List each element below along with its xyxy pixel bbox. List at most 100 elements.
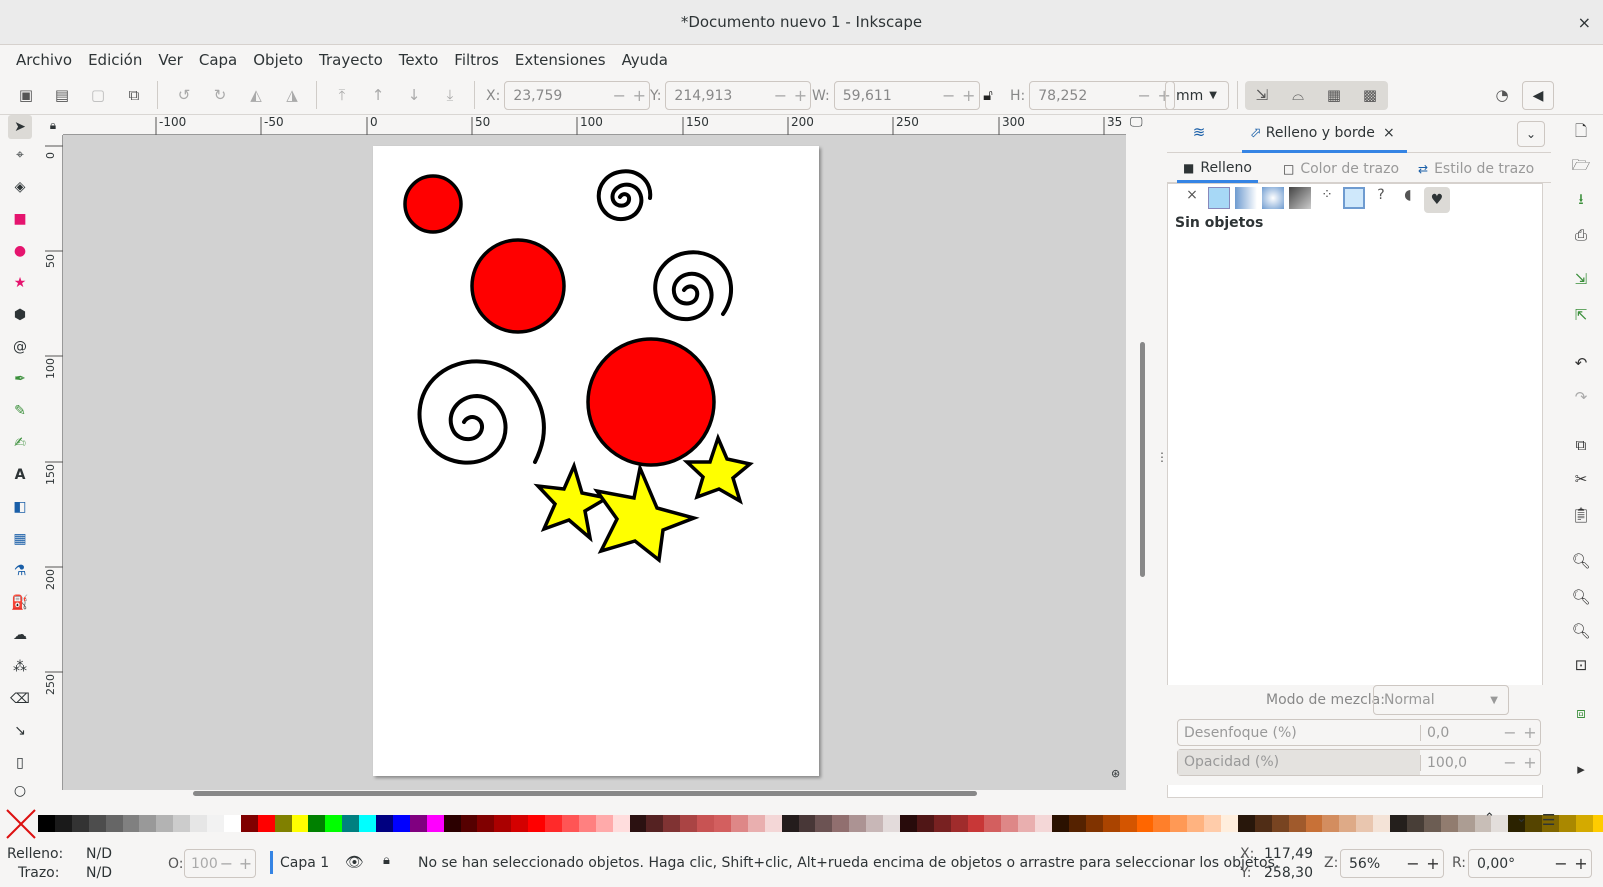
y-value[interactable]: 214,913 — [666, 88, 770, 104]
palette-swatch[interactable] — [1305, 815, 1323, 832]
spiral-medium[interactable] — [653, 250, 734, 322]
palette-swatch[interactable] — [1373, 815, 1391, 832]
zoom-drawing-icon[interactable]: 🔍︎ — [1569, 585, 1593, 609]
redo-icon[interactable]: ↷ — [1569, 385, 1593, 409]
palette-swatch[interactable] — [1406, 815, 1424, 832]
blur-field[interactable]: Desenfoque (%) 0,0 − + — [1177, 719, 1541, 746]
menu-capa[interactable]: Capa — [191, 45, 245, 75]
x-coordinate-field[interactable]: X: 23,759− + — [486, 81, 651, 110]
palette-swatch[interactable] — [223, 815, 241, 832]
palette-swatch[interactable] — [1001, 815, 1019, 832]
x-increment-button[interactable]: + — [629, 86, 649, 105]
palette-swatch[interactable] — [545, 815, 562, 832]
yellow-star-left[interactable] — [533, 460, 612, 543]
mesh-tool-icon[interactable]: ▦ — [8, 527, 32, 551]
rotation-value[interactable]: 0,00° — [1469, 856, 1551, 872]
palette-swatch[interactable] — [392, 815, 410, 832]
palette-swatch[interactable] — [477, 815, 495, 832]
red-circle-small[interactable] — [403, 174, 463, 234]
palette-swatch[interactable] — [190, 815, 208, 832]
3d-box-tool-icon[interactable]: ⬢ — [8, 303, 32, 327]
palette-swatch[interactable] — [291, 815, 309, 832]
pencil-tool-icon[interactable]: ✎ — [8, 399, 32, 423]
palette-swatch[interactable] — [173, 815, 191, 832]
red-circle-large[interactable] — [586, 337, 716, 467]
palette-swatch[interactable] — [1440, 815, 1458, 832]
connector-tool-icon[interactable]: ↘ — [8, 719, 32, 743]
menu-ver[interactable]: Ver — [150, 45, 191, 75]
palette-swatch[interactable] — [528, 815, 546, 832]
document-page[interactable] — [373, 146, 819, 776]
palette-swatch[interactable] — [1390, 815, 1407, 832]
palette-swatch[interactable] — [359, 815, 377, 832]
zoom-value[interactable]: 56% — [1341, 856, 1403, 872]
red-circle-medium[interactable] — [470, 238, 566, 334]
h-value[interactable]: 78,252 — [1030, 88, 1134, 104]
menu-texto[interactable]: Texto — [391, 45, 447, 75]
palette-swatch[interactable] — [798, 815, 816, 832]
palette-swatch[interactable] — [460, 815, 478, 832]
blend-mode-select[interactable]: Normal ▼ — [1373, 685, 1509, 715]
zoom-page-icon[interactable]: 🔍︎ — [1569, 619, 1593, 643]
palette-swatch[interactable] — [1356, 815, 1374, 832]
palette-swatch[interactable] — [88, 815, 106, 832]
menu-archivo[interactable]: Archivo — [8, 45, 80, 75]
panel-menu-button[interactable]: ⌄ — [1517, 121, 1545, 147]
star-tool-icon[interactable]: ★ — [8, 271, 32, 295]
unset-paint-icon[interactable]: ? — [1370, 187, 1392, 213]
menu-extensiones[interactable]: Extensiones — [507, 45, 614, 75]
palette-swatch[interactable] — [950, 815, 968, 832]
fill-rule-nonzero-icon[interactable]: ♥ — [1424, 187, 1450, 213]
vertical-scrollbar[interactable] — [1140, 342, 1145, 577]
selector-tool-icon[interactable]: ➤ — [8, 115, 32, 139]
unit-select[interactable]: mm ▼ — [1165, 81, 1229, 110]
tweak-spray-tool-icon[interactable]: ☁ — [8, 623, 32, 647]
opacity-value[interactable]: 100,0 — [1420, 754, 1500, 771]
tab-fill-and-stroke[interactable]: ⬀ Relleno y borde × — [1242, 115, 1407, 153]
menu-objeto[interactable]: Objeto — [245, 45, 311, 75]
pattern-icon[interactable]: ⁘ — [1316, 187, 1338, 213]
w-decrement-button[interactable]: − — [939, 86, 959, 105]
palette-swatch[interactable] — [207, 815, 224, 832]
color-management-icon[interactable]: ⊛ — [1111, 767, 1125, 781]
palette-swatch[interactable] — [342, 815, 360, 832]
palette-swatch[interactable] — [612, 815, 630, 832]
width-field[interactable]: W: 59,611− + — [812, 81, 980, 110]
y-coordinate-field[interactable]: Y: 214,913− + — [650, 81, 812, 110]
lock-icon[interactable]: 🔒︎ — [383, 853, 390, 868]
spiral-small[interactable] — [596, 169, 653, 222]
palette-swatch[interactable] — [1423, 815, 1441, 832]
palette-swatch[interactable] — [1035, 815, 1053, 832]
palette-swatch[interactable] — [274, 815, 292, 832]
export-icon[interactable]: ⇱ — [1569, 303, 1593, 327]
current-layer[interactable]: Capa 1 — [280, 855, 329, 871]
open-document-icon[interactable]: 🗁︎ — [1569, 155, 1593, 179]
swatch-icon[interactable] — [1343, 187, 1365, 209]
bezier-tool-icon[interactable]: ✒ — [8, 367, 32, 391]
print-icon[interactable]: ⎙ — [1569, 223, 1593, 247]
undo-icon[interactable]: ↶ — [1569, 351, 1593, 375]
blur-decrement-button[interactable]: − — [1500, 723, 1520, 742]
rotate-ccw-icon[interactable]: ↺ — [172, 83, 196, 107]
flip-horizontal-icon[interactable]: ◭ — [244, 83, 268, 107]
raise-to-top-icon[interactable]: ⤒ — [330, 83, 354, 107]
palette-swatch[interactable] — [1052, 815, 1069, 832]
palette-swatch[interactable] — [984, 815, 1002, 832]
spray-tool-icon[interactable]: ⁂ — [8, 655, 32, 679]
drawing-shapes[interactable] — [373, 146, 819, 776]
dropper-tool-icon[interactable]: ⚗ — [8, 559, 32, 583]
palette-swatch[interactable] — [916, 815, 934, 832]
palette-scroll-up-icon[interactable]: ⌃ — [1484, 811, 1495, 826]
expand-toolbar-icon[interactable]: ▸ — [1569, 757, 1593, 781]
palette-swatch[interactable] — [54, 815, 72, 832]
palette-swatch[interactable] — [1339, 815, 1357, 832]
flat-color-icon[interactable] — [1208, 187, 1230, 209]
w-value[interactable]: 59,611 — [835, 88, 939, 104]
palette-swatch[interactable] — [1153, 815, 1171, 832]
palette-swatch[interactable] — [747, 815, 765, 832]
close-window-button[interactable]: × — [1578, 0, 1591, 45]
palette-swatch[interactable] — [899, 815, 917, 832]
x-decrement-button[interactable]: − — [609, 86, 629, 105]
palette-swatch[interactable] — [38, 815, 55, 832]
flip-vertical-icon[interactable]: ◮ — [280, 83, 304, 107]
